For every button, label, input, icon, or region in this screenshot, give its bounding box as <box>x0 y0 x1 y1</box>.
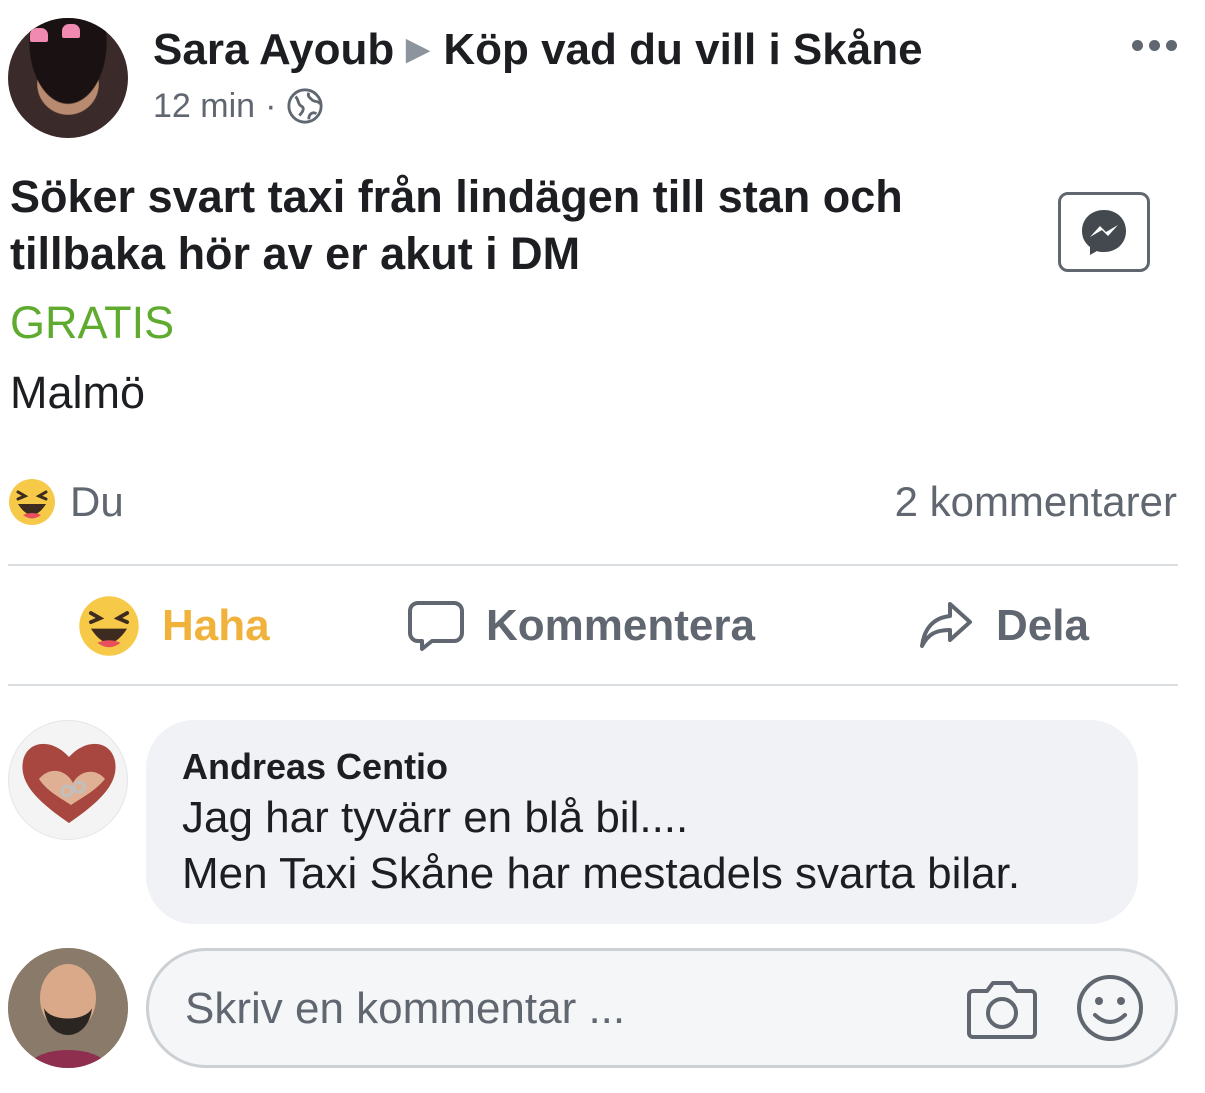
more-icon[interactable] <box>1132 40 1177 51</box>
comment-button[interactable]: Kommentera <box>408 594 755 658</box>
comment-text-line: Jag har tyvärr en blå bil.... <box>182 793 689 842</box>
author-name[interactable]: Sara Ayoub <box>153 25 394 74</box>
comment-input-placeholder: Skriv en kommentar ... <box>185 984 626 1033</box>
post-text-line: Söker svart taxi från lindägen till stan… <box>10 171 903 222</box>
share-label: Dela <box>996 601 1089 650</box>
meta-separator: · <box>265 87 277 125</box>
price-label: GRATIS <box>10 297 175 348</box>
post-text: Söker svart taxi från lindägen till stan… <box>10 168 1020 282</box>
share-icon <box>920 602 972 648</box>
messenger-button[interactable] <box>1058 192 1150 272</box>
haha-button[interactable]: Haha <box>78 594 270 658</box>
arrow-right-icon: ▶ <box>406 33 430 66</box>
camera-icon[interactable] <box>965 973 1039 1043</box>
smiley-icon[interactable] <box>1075 973 1145 1043</box>
post-text-line: tillbaka hör av er akut i DM <box>10 228 581 279</box>
comment-author[interactable]: Andreas Centio <box>182 744 1102 790</box>
share-button[interactable]: Dela <box>918 594 1089 658</box>
user-photo <box>8 948 128 1068</box>
comment-text-line: Men Taxi Skåne har mestadels svarta bila… <box>182 849 1021 898</box>
commenter-avatar[interactable] <box>8 720 128 840</box>
current-user-avatar <box>8 948 128 1068</box>
comment-input[interactable]: Skriv en kommentar ... <box>146 948 1178 1068</box>
divider <box>8 684 1178 686</box>
author-avatar[interactable] <box>8 18 128 138</box>
messenger-icon <box>1082 210 1126 255</box>
reactor-label: Du <box>70 478 124 525</box>
location-label: Malmö <box>10 367 146 418</box>
comment-count[interactable]: 2 kommentarer <box>895 478 1177 526</box>
comment-label: Kommentera <box>486 601 755 650</box>
divider <box>8 564 1178 566</box>
post-time[interactable]: 12 min <box>153 86 255 126</box>
post-meta: 12 min · <box>153 86 324 126</box>
comment-bubble: Andreas Centio Jag har tyvärr en blå bil… <box>146 720 1138 924</box>
comment-icon <box>408 601 464 651</box>
reaction-summary[interactable]: Du <box>8 478 124 526</box>
post-header: Sara Ayoub ▶ Köp vad du vill i Skåne <box>153 24 923 81</box>
haha-emoji-icon <box>9 479 55 525</box>
group-name[interactable]: Köp vad du vill i Skåne <box>443 25 922 74</box>
heart-hands-image <box>22 743 116 823</box>
haha-emoji-icon <box>79 596 139 656</box>
haha-label: Haha <box>162 601 270 650</box>
globe-icon <box>287 88 323 124</box>
